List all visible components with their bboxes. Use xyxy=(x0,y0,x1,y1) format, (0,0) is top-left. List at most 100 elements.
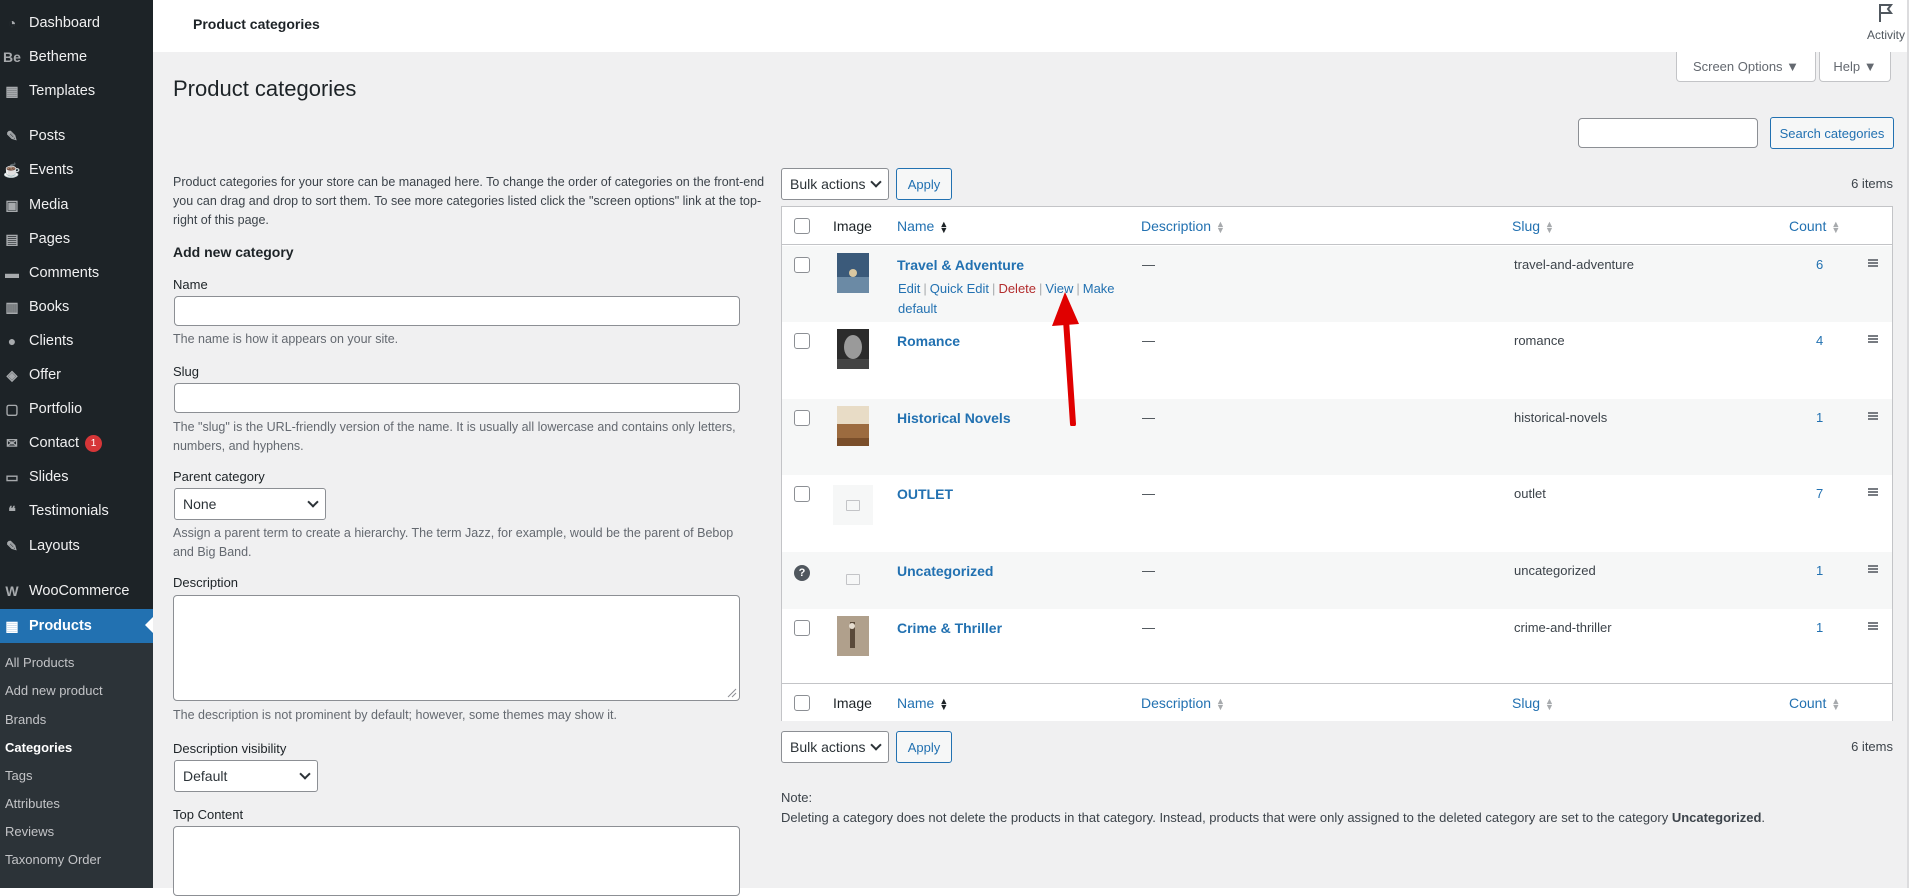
help-button[interactable]: Help ▼ xyxy=(1819,52,1891,82)
sidebar-item-slides[interactable]: ▭ Slides xyxy=(0,461,153,493)
chevron-down-icon xyxy=(299,768,311,780)
select-all-checkbox-footer[interactable] xyxy=(794,695,810,711)
count-link[interactable]: 6 xyxy=(1816,257,1823,272)
books-icon: ▥ xyxy=(5,298,19,315)
quick-edit-link[interactable]: Quick Edit xyxy=(930,281,989,296)
submenu-all-products[interactable]: All Products xyxy=(5,655,74,670)
sidebar-item-templates[interactable]: ▦ Templates xyxy=(0,75,153,107)
top-content-editor[interactable] xyxy=(173,826,740,896)
column-name[interactable]: Name ▲ ▼ xyxy=(897,218,948,235)
submenu-categories[interactable]: Categories xyxy=(5,740,72,755)
table-row: Historical Novels — historical-novels 1 xyxy=(782,399,1892,475)
sidebar-item-betheme[interactable]: Be Betheme xyxy=(0,41,153,73)
submenu-taxonomy-order[interactable]: Taxonomy Order xyxy=(5,852,101,867)
parent-category-select[interactable]: None xyxy=(174,488,326,520)
category-name-link[interactable]: Historical Novels xyxy=(897,410,1011,426)
sidebar-item-testimonials[interactable]: ❝ Testimonials xyxy=(0,495,153,527)
slug-field[interactable] xyxy=(174,383,740,413)
row-checkbox[interactable] xyxy=(794,410,810,426)
name-field[interactable] xyxy=(174,296,740,326)
submenu-attributes[interactable]: Attributes xyxy=(5,796,60,811)
resize-handle-icon[interactable] xyxy=(727,688,737,698)
search-categories-button[interactable]: Search categories xyxy=(1770,117,1894,149)
category-thumbnail xyxy=(837,406,869,446)
row-checkbox[interactable] xyxy=(794,486,810,502)
description-visibility-select[interactable]: Default xyxy=(174,760,318,792)
make-default-link[interactable]: Make xyxy=(1083,281,1115,296)
table-row: Romance — romance 4 xyxy=(782,322,1892,399)
description-label: Description xyxy=(173,575,239,590)
slug-cell: crime-and-thriller xyxy=(1514,620,1612,635)
sidebar-item-woocommerce[interactable]: W WooCommerce xyxy=(0,575,153,607)
submenu-add-new-product[interactable]: Add new product xyxy=(5,683,103,698)
column-count[interactable]: Count ▲ ▼ xyxy=(1789,218,1840,235)
drag-handle-icon[interactable] xyxy=(1868,622,1878,630)
category-name-link[interactable]: Crime & Thriller xyxy=(897,620,1002,636)
row-checkbox[interactable] xyxy=(794,333,810,349)
search-input[interactable] xyxy=(1578,118,1758,148)
row-checkbox[interactable] xyxy=(794,257,810,273)
drag-handle-icon[interactable] xyxy=(1868,259,1878,267)
category-name-link[interactable]: Travel & Adventure xyxy=(897,257,1024,273)
activity-button[interactable]: Activity xyxy=(1863,2,1909,42)
category-name-link[interactable]: OUTLET xyxy=(897,486,953,502)
sidebar-item-books[interactable]: ▥ Books xyxy=(0,291,153,323)
sidebar-item-media[interactable]: ▣ Media xyxy=(0,189,153,221)
edit-link[interactable]: Edit xyxy=(898,281,920,296)
chevron-down-icon xyxy=(870,176,882,188)
tag-icon: ◈ xyxy=(6,366,18,383)
sidebar-item-comments[interactable]: ▬ Comments xyxy=(0,257,153,289)
drag-handle-icon[interactable] xyxy=(1868,412,1878,420)
make-default-link-cont[interactable]: default xyxy=(898,301,937,316)
column-count-footer[interactable]: Count ▲ ▼ xyxy=(1789,695,1840,712)
row-checkbox[interactable] xyxy=(794,620,810,636)
column-image: Image xyxy=(833,218,872,234)
apply-button-bottom[interactable]: Apply xyxy=(896,731,952,763)
screen-options-button[interactable]: Screen Options ▼ xyxy=(1676,52,1816,82)
drag-handle-icon[interactable] xyxy=(1868,488,1878,496)
category-name-link[interactable]: Uncategorized xyxy=(897,563,993,579)
sidebar-item-pages[interactable]: ▤ Pages xyxy=(0,223,153,255)
description-textarea[interactable] xyxy=(173,595,740,701)
sidebar-item-products[interactable]: ▦ Products xyxy=(0,609,153,643)
parent-category-label: Parent category xyxy=(173,469,265,484)
column-name-footer[interactable]: Name ▲ ▼ xyxy=(897,695,948,712)
drag-handle-icon[interactable] xyxy=(1868,335,1878,343)
sort-icon: ▲ ▼ xyxy=(1216,696,1225,713)
apply-button-top[interactable]: Apply xyxy=(896,168,952,200)
sidebar-item-portfolio[interactable]: ▢ Portfolio xyxy=(0,393,153,425)
sidebar-item-contact[interactable]: ✉ Contact 1 xyxy=(0,427,153,459)
column-slug-footer[interactable]: Slug ▲ ▼ xyxy=(1512,695,1554,712)
category-name-link[interactable]: Romance xyxy=(897,333,960,349)
column-description-footer[interactable]: Description ▲ ▼ xyxy=(1141,695,1225,713)
submenu-tags[interactable]: Tags xyxy=(5,768,32,783)
count-link[interactable]: 1 xyxy=(1816,563,1823,578)
bulk-actions-select-top[interactable]: Bulk actions xyxy=(781,168,889,200)
page-title: Product categories xyxy=(173,76,357,101)
slug-cell: outlet xyxy=(1514,486,1546,501)
sidebar-item-clients[interactable]: ● Clients xyxy=(0,325,153,357)
comments-icon: ▬ xyxy=(5,265,19,281)
description-cell: — xyxy=(1142,410,1155,425)
column-slug[interactable]: Slug ▲ ▼ xyxy=(1512,218,1554,235)
sidebar-item-offer[interactable]: ◈ Offer xyxy=(0,359,153,391)
count-link[interactable]: 1 xyxy=(1816,620,1823,635)
submenu-brands[interactable]: Brands xyxy=(5,712,46,727)
sidebar-item-dashboard[interactable]: ◔ Dashboard xyxy=(0,7,153,39)
sidebar-item-events[interactable]: ☕ Events xyxy=(0,154,153,186)
column-description[interactable]: Description ▲ ▼ xyxy=(1141,218,1225,235)
image-placeholder-icon xyxy=(833,559,873,599)
count-link[interactable]: 7 xyxy=(1816,486,1823,501)
count-link[interactable]: 1 xyxy=(1816,410,1823,425)
table-header: Image Name ▲ ▼ Description ▲ ▼ Slug ▲ ▼ Count ▲… xyxy=(782,207,1892,245)
drag-handle-icon[interactable] xyxy=(1868,565,1878,573)
sidebar-item-posts[interactable]: ✎ Posts xyxy=(0,120,153,152)
select-all-checkbox[interactable] xyxy=(794,218,810,234)
products-submenu: All Products Add new product Brands Cate… xyxy=(0,643,153,888)
sidebar-item-layouts[interactable]: ✎ Layouts xyxy=(0,530,153,562)
submenu-reviews[interactable]: Reviews xyxy=(5,824,54,839)
bulk-actions-select-bottom[interactable]: Bulk actions xyxy=(781,731,889,763)
count-link[interactable]: 4 xyxy=(1816,333,1823,348)
help-icon[interactable]: ? xyxy=(794,565,810,581)
delete-link[interactable]: Delete xyxy=(998,281,1036,296)
